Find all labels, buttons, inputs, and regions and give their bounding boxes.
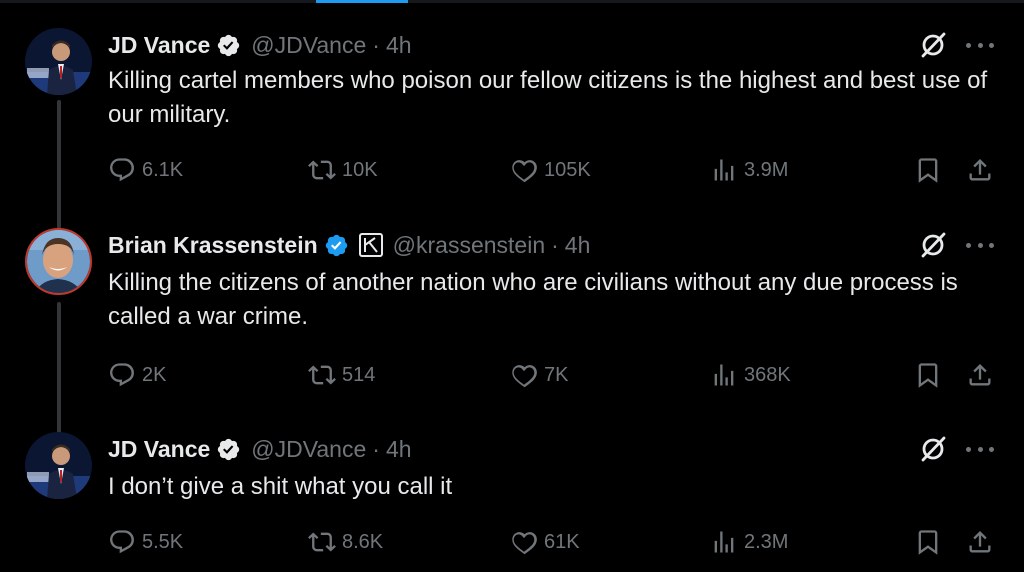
reply-icon [110, 363, 134, 387]
tweet-header: Brian Krassenstein @krassenstein · 4h [108, 228, 590, 262]
display-name[interactable]: JD Vance [108, 436, 210, 463]
more-options-icon[interactable] [962, 30, 998, 60]
heart-icon [512, 365, 537, 388]
reply-count: 6.1K [142, 158, 184, 181]
reply-button[interactable]: 6.1K [108, 155, 183, 185]
retweet-icon [308, 532, 336, 552]
avatar[interactable] [25, 432, 92, 499]
views-chart-icon [714, 159, 734, 181]
handle[interactable]: @JDVance [251, 32, 366, 59]
action-bar: 6.1K 10K 105K 3.9M [108, 155, 1008, 185]
brian-krassenstein-avatar-image [27, 230, 90, 293]
jd-vance-avatar-image [25, 432, 92, 499]
avatar[interactable] [25, 228, 92, 295]
grok-icon[interactable] [918, 230, 948, 260]
tweet-text: I don’t give a shit what you call it [108, 473, 453, 500]
share-button[interactable] [966, 155, 994, 185]
verified-badge-icon[interactable] [216, 437, 241, 462]
reply-count: 5.5K [142, 530, 184, 553]
handle[interactable]: @JDVance [251, 436, 366, 463]
tweet-header: JD Vance @JDVance · 4h [108, 28, 412, 62]
share-button[interactable] [966, 527, 994, 557]
views-count: 3.9M [744, 158, 789, 181]
separator: · [372, 31, 380, 58]
like-button[interactable]: 61K [510, 527, 580, 557]
share-button[interactable] [966, 360, 994, 390]
retweet-button[interactable]: 8.6K [308, 527, 383, 557]
heart-icon [512, 160, 537, 183]
bookmark-icon [918, 530, 938, 555]
active-tab-indicator [316, 0, 408, 3]
retweet-button[interactable]: 10K [308, 155, 378, 185]
bookmark-button[interactable] [914, 155, 942, 185]
avatar[interactable] [25, 28, 92, 95]
verified-badge-icon[interactable] [324, 233, 349, 258]
reply-button[interactable]: 5.5K [108, 527, 183, 557]
views-count: 2.3M [744, 530, 789, 553]
handle[interactable]: @krassenstein [393, 232, 545, 259]
bookmark-button[interactable] [914, 527, 942, 557]
share-icon [969, 364, 991, 386]
grok-icon[interactable] [918, 434, 948, 464]
timestamp[interactable]: 4h [386, 436, 412, 463]
k-logo-icon [363, 237, 378, 253]
bookmark-icon [918, 363, 938, 388]
views-button[interactable]: 368K [710, 360, 791, 390]
retweet-button[interactable]: 514 [308, 360, 375, 390]
retweet-icon [308, 160, 336, 180]
separator: · [372, 435, 380, 462]
share-icon [969, 159, 991, 181]
reply-count: 2K [142, 363, 167, 386]
bookmark-icon [918, 158, 938, 183]
tweet-text: Killing cartel members who poison our fe… [108, 67, 988, 128]
retweet-count: 8.6K [342, 530, 384, 553]
retweet-count: 10K [342, 158, 378, 181]
top-divider [0, 0, 1024, 3]
display-name[interactable]: Brian Krassenstein [108, 232, 318, 259]
bookmark-button[interactable] [914, 360, 942, 390]
thread-connector [57, 302, 61, 448]
retweet-icon [308, 365, 336, 385]
grok-icon[interactable] [918, 30, 948, 60]
action-bar: 5.5K 8.6K 61K 2.3M [108, 527, 1008, 557]
like-count: 105K [544, 158, 591, 181]
more-options-icon[interactable] [962, 434, 998, 464]
like-button[interactable]: 105K [510, 155, 591, 185]
like-count: 7K [544, 363, 569, 386]
reply-button[interactable]: 2K [108, 360, 166, 390]
action-bar: 2K 514 7K 368K [108, 360, 1008, 390]
timestamp[interactable]: 4h [565, 232, 591, 259]
tweet-header: JD Vance @JDVance · 4h [108, 432, 412, 466]
separator: · [551, 231, 559, 258]
display-name[interactable]: JD Vance [108, 32, 210, 59]
verified-badge-icon[interactable] [216, 33, 241, 58]
like-count: 61K [544, 530, 580, 553]
views-button[interactable]: 3.9M [710, 155, 788, 185]
reply-icon [110, 530, 134, 554]
thread-connector [57, 100, 61, 246]
heart-icon [512, 532, 537, 555]
like-button[interactable]: 7K [510, 360, 568, 390]
views-chart-icon [714, 531, 734, 553]
views-button[interactable]: 2.3M [710, 527, 788, 557]
views-chart-icon [714, 364, 734, 386]
views-count: 368K [744, 363, 791, 386]
affiliation-badge-icon[interactable] [358, 233, 383, 257]
tweet-text: Killing the citizens of another nation w… [108, 269, 958, 330]
timestamp[interactable]: 4h [386, 32, 412, 59]
jd-vance-avatar-image [25, 28, 92, 95]
more-options-icon[interactable] [962, 230, 998, 260]
reply-icon [110, 158, 134, 182]
retweet-count: 514 [342, 363, 376, 386]
share-icon [969, 531, 991, 553]
